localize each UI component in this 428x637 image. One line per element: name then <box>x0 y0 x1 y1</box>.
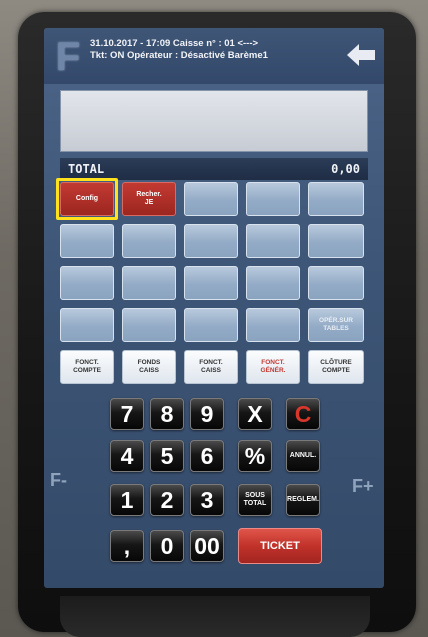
f-plus-button[interactable]: F+ <box>352 476 374 497</box>
fonds-caiss-button[interactable]: FONDS CAISS <box>122 350 176 384</box>
key-percent[interactable]: % <box>238 440 272 472</box>
header-info: 31.10.2017 - 17:09 Caisse n° : 01 <---> … <box>90 38 330 62</box>
key-6[interactable]: 6 <box>190 440 224 472</box>
empty-button[interactable] <box>122 308 176 342</box>
empty-button[interactable] <box>184 182 238 216</box>
empty-button[interactable] <box>184 224 238 258</box>
ticket-display <box>60 90 368 152</box>
f-minus-button[interactable]: F- <box>50 470 67 491</box>
recherche-button[interactable]: Recher. JE <box>122 182 176 216</box>
key-0[interactable]: 0 <box>150 530 184 562</box>
empty-button[interactable] <box>184 266 238 300</box>
key-3[interactable]: 3 <box>190 484 224 516</box>
key-comma[interactable]: , <box>110 530 144 562</box>
fonct-caiss-button[interactable]: FONCT. CAISS <box>184 350 238 384</box>
key-8[interactable]: 8 <box>150 398 184 430</box>
fonct-compte-button[interactable]: FONCT. COMPTE <box>60 350 114 384</box>
empty-button[interactable] <box>184 308 238 342</box>
key-5[interactable]: 5 <box>150 440 184 472</box>
empty-button[interactable] <box>60 224 114 258</box>
header-line-date-register: 31.10.2017 - 17:09 Caisse n° : 01 <---> <box>90 38 259 49</box>
empty-button[interactable] <box>60 308 114 342</box>
total-value: 0,00 <box>331 162 360 176</box>
ticket-button[interactable]: TICKET <box>238 528 322 564</box>
oper-sur-tables-button[interactable]: OPÉR.SUR TABLES <box>308 308 364 342</box>
total-label: TOTAL <box>68 162 105 176</box>
empty-button[interactable] <box>308 266 364 300</box>
key-9[interactable]: 9 <box>190 398 224 430</box>
arrow-left-icon[interactable] <box>346 42 376 68</box>
empty-button[interactable] <box>308 182 364 216</box>
empty-button[interactable] <box>246 224 300 258</box>
total-bar: TOTAL 0,00 <box>60 158 368 180</box>
annul-button[interactable]: ANNUL. <box>286 440 320 472</box>
key-7[interactable]: 7 <box>110 398 144 430</box>
empty-button[interactable] <box>122 266 176 300</box>
empty-button[interactable] <box>60 266 114 300</box>
key-2[interactable]: 2 <box>150 484 184 516</box>
reglem-button[interactable]: REGLEM. <box>286 484 320 516</box>
empty-button[interactable] <box>246 308 300 342</box>
empty-button[interactable] <box>246 266 300 300</box>
empty-button[interactable] <box>308 224 364 258</box>
key-00[interactable]: 00 <box>190 530 224 562</box>
key-4[interactable]: 4 <box>110 440 144 472</box>
fonct-gener-button[interactable]: FONCT. GÉNÉR. <box>246 350 300 384</box>
pos-screen: F 31.10.2017 - 17:09 Caisse n° : 01 <---… <box>44 28 384 588</box>
selection-highlight <box>56 178 118 220</box>
header-bar: F 31.10.2017 - 17:09 Caisse n° : 01 <---… <box>44 28 384 84</box>
empty-button[interactable] <box>122 224 176 258</box>
empty-button[interactable] <box>246 182 300 216</box>
key-multiply[interactable]: X <box>238 398 272 430</box>
app-logo: F <box>55 35 81 79</box>
cloture-compte-button[interactable]: CLÔTURE COMPTE <box>308 350 364 384</box>
sous-total-button[interactable]: SOUS TOTAL <box>238 484 272 516</box>
key-clear[interactable]: C <box>286 398 320 430</box>
terminal-stand <box>60 596 370 637</box>
header-line-ticket-operator: Tkt: ON Opérateur : Désactivé Barème1 <box>90 50 268 61</box>
key-1[interactable]: 1 <box>110 484 144 516</box>
